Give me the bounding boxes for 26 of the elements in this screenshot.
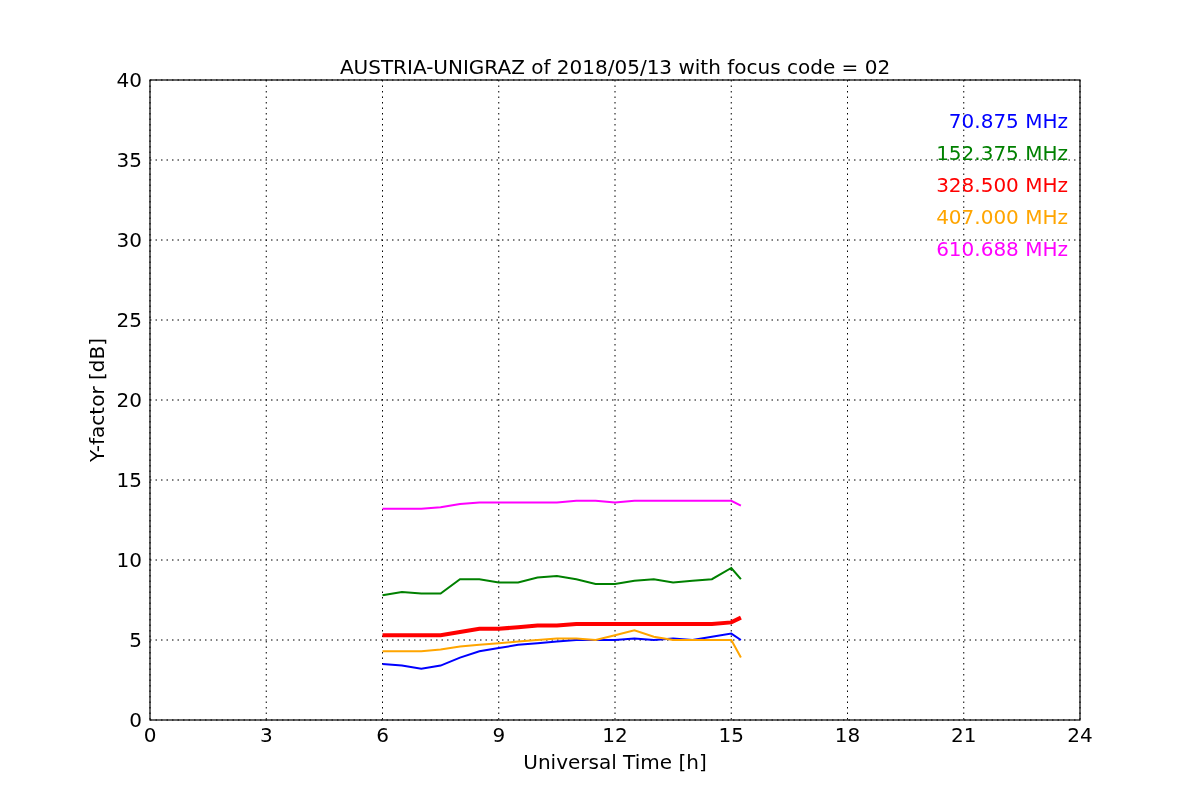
x-tick-label: 24 (1067, 723, 1093, 747)
y-tick-label: 0 (129, 708, 142, 732)
legend-label: 152.375 MHz (936, 141, 1068, 165)
x-tick-label: 3 (259, 723, 273, 747)
legend-label: 610.688 MHz (936, 237, 1068, 261)
x-axis-label: Universal Time [h] (523, 750, 707, 774)
y-tick-label: 30 (116, 228, 142, 252)
chart-title: AUSTRIA-UNIGRAZ of 2018/05/13 with focus code = 02 (339, 55, 891, 79)
y-tick-label: 35 (116, 148, 142, 172)
x-tick-label: 18 (834, 723, 861, 747)
y-tick-label: 40 (116, 68, 142, 92)
legend-label: 70.875 MHz (948, 109, 1068, 133)
y-tick-label: 15 (116, 468, 142, 492)
x-tick-label: 12 (602, 723, 628, 747)
legend-label: 407.000 MHz (936, 205, 1068, 229)
y-axis-label: Y-factor [dB] (85, 338, 109, 462)
x-tick-label: 6 (376, 723, 389, 747)
y-tick-label: 20 (116, 388, 142, 412)
x-tick-label: 0 (143, 723, 157, 747)
x-tick-label: 9 (492, 723, 506, 747)
legend-label: 328.500 MHz (936, 173, 1068, 197)
y-tick-label: 5 (129, 628, 142, 652)
y-tick-label: 10 (116, 548, 142, 572)
x-tick-label: 15 (718, 723, 744, 747)
x-tick-label: 21 (951, 723, 977, 747)
y-tick-label: 25 (116, 308, 142, 332)
